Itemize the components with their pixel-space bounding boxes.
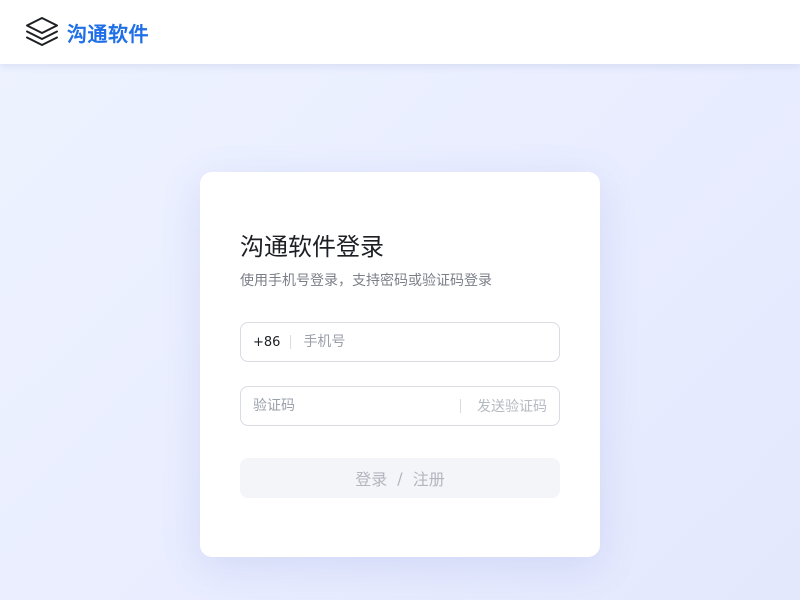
top-bar: 沟通软件 — [0, 0, 800, 64]
login-card: 沟通软件登录 使用手机号登录，支持密码或验证码登录 +86 发送验证码 登录 /… — [200, 172, 600, 557]
phone-input[interactable] — [291, 323, 547, 361]
send-code-button[interactable]: 发送验证码 — [461, 396, 547, 416]
label-separator: / — [397, 468, 403, 488]
register-label: 注册 — [412, 470, 445, 489]
login-title: 沟通软件登录 — [240, 233, 384, 261]
code-field[interactable]: 发送验证码 — [240, 386, 560, 426]
login-register-button[interactable]: 登录 / 注册 — [240, 458, 560, 498]
layers-icon — [26, 17, 58, 46]
phone-field[interactable]: +86 — [240, 322, 560, 362]
login-label: 登录 — [355, 470, 388, 489]
login-subtitle: 使用手机号登录，支持密码或验证码登录 — [240, 273, 492, 289]
code-input[interactable] — [253, 387, 460, 425]
country-code[interactable]: +86 — [253, 335, 290, 350]
brand-name: 沟通软件 — [67, 21, 149, 46]
